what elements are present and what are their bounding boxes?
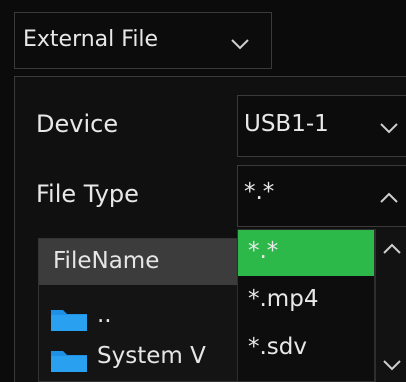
source-select[interactable]: External File xyxy=(14,12,272,69)
file-type-option-mp4[interactable]: *.mp4 xyxy=(238,278,374,324)
file-type-select[interactable]: *.* xyxy=(237,165,406,227)
folder-icon xyxy=(49,305,89,337)
scroll-down-icon[interactable] xyxy=(382,359,402,371)
file-type-select-value: *.* xyxy=(244,179,275,205)
file-type-dropdown: *.* *.mp4 *.sdv xyxy=(237,229,375,382)
dropdown-scrollbar[interactable] xyxy=(375,229,406,382)
folder-icon xyxy=(49,346,89,378)
device-label: Device xyxy=(36,110,119,138)
chevron-down-icon xyxy=(379,122,399,134)
file-type-option-sdv[interactable]: *.sdv xyxy=(238,326,374,372)
device-select[interactable]: USB1-1 xyxy=(237,95,406,157)
option-label: *.* xyxy=(248,238,279,264)
file-row-name: System V xyxy=(97,343,206,369)
option-label: *.sdv xyxy=(248,334,308,360)
chevron-down-icon xyxy=(230,38,250,50)
column-header-filename[interactable]: FileName xyxy=(53,248,159,274)
option-label: *.mp4 xyxy=(248,286,319,312)
device-select-value: USB1-1 xyxy=(244,111,329,137)
source-select-value: External File xyxy=(23,27,159,52)
file-type-option-all[interactable]: *.* xyxy=(238,230,374,276)
file-type-label: File Type xyxy=(36,180,139,208)
scroll-up-icon[interactable] xyxy=(382,243,402,255)
file-row-name: .. xyxy=(97,302,112,328)
chevron-up-icon xyxy=(379,192,399,204)
